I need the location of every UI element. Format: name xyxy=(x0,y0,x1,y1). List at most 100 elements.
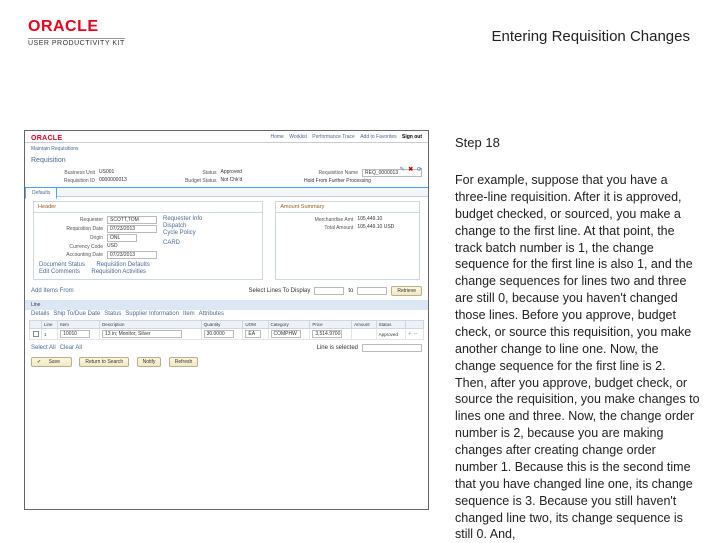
header-panel: Header Requester SCOTT,TOM Requisition Da… xyxy=(33,201,263,280)
app-brand: ORACLE xyxy=(31,135,62,142)
acctdate-input[interactable]: 07/23/2013 xyxy=(107,251,157,259)
currency-value: USD xyxy=(107,243,118,250)
col-actions xyxy=(405,321,423,329)
view-tab-attr[interactable]: Attributes xyxy=(199,311,224,317)
brand-logo: ORACLE USER PRODUCTIVITY KIT xyxy=(28,18,125,47)
tab-defaults[interactable]: Defaults xyxy=(25,187,57,199)
reqid-value: 0000000013 xyxy=(99,177,127,184)
bu-value: US001 xyxy=(99,169,114,176)
app-top-nav: Home Worklist Performance Trace Add to F… xyxy=(31,134,422,140)
status-label: Status xyxy=(153,169,217,176)
card-link[interactable]: CARD xyxy=(163,240,180,246)
view-tab-details[interactable]: Details xyxy=(31,311,49,317)
row-price[interactable]: 3,514.9700 xyxy=(312,330,342,338)
row-checkbox[interactable] xyxy=(33,331,39,337)
row-cat[interactable]: COMPHW xyxy=(271,330,301,338)
cancel-icon[interactable]: ✖ xyxy=(408,167,413,173)
col-line: Line xyxy=(42,321,58,329)
refresh-icon[interactable]: ⟳ xyxy=(417,167,422,173)
edit-comments-link[interactable]: Edit Comments xyxy=(39,269,80,275)
col-amt: Amount xyxy=(352,321,377,329)
select-lines-label: Select Lines To Display xyxy=(248,288,310,294)
amount-summary-panel: Amount Summary Merchandise Amt 105,449.10… xyxy=(275,201,420,280)
header-panel-title: Header xyxy=(34,202,262,213)
reqdate-input[interactable]: 07/23/2013 xyxy=(107,225,157,233)
return-button[interactable]: Return to Search xyxy=(79,357,129,367)
tab-bar: Defaults xyxy=(25,187,428,197)
merch-amt-value: 105,449.10 xyxy=(357,216,382,223)
col-status: Status xyxy=(376,321,405,329)
add-items-link[interactable]: Add Items From xyxy=(31,288,74,294)
select-lines-from[interactable] xyxy=(314,287,344,295)
edit-icon[interactable]: ✎ xyxy=(400,167,405,173)
view-tab-status[interactable]: Status xyxy=(104,311,121,317)
requester-input[interactable]: SCOTT,TOM xyxy=(107,216,157,224)
col-cat: Category xyxy=(268,321,310,329)
reqid-label: Requisition ID xyxy=(31,177,95,184)
req-activities-link[interactable]: Requisition Activities xyxy=(91,269,146,275)
budget-value: Not Chk'd xyxy=(221,177,243,184)
cycle-policy-link[interactable]: Cycle Policy xyxy=(163,230,196,236)
nav-worklist[interactable]: Worklist xyxy=(289,134,307,140)
row-qty[interactable]: 30.0000 xyxy=(204,330,234,338)
brand-wordmark: ORACLE xyxy=(28,18,125,36)
product-line: USER PRODUCTIVITY KIT xyxy=(28,38,125,47)
nav-signout[interactable]: Sign out xyxy=(402,134,422,140)
col-price: Price xyxy=(310,321,352,329)
row-desc[interactable]: 13 in; Monitor; Silver xyxy=(102,330,182,338)
select-lines-to[interactable] xyxy=(357,287,387,295)
origin-input[interactable]: ONL xyxy=(107,234,137,242)
col-desc: Description xyxy=(99,321,201,329)
nav-perf-trace[interactable]: Performance Trace xyxy=(312,134,355,140)
refresh-button[interactable]: Refresh xyxy=(169,357,199,367)
save-button[interactable]: ✔ Save xyxy=(31,357,72,367)
req-defaults-link[interactable]: Requisition Defaults xyxy=(96,262,149,268)
view-tab-item[interactable]: Item xyxy=(183,311,195,317)
origin-label: Origin xyxy=(39,234,103,242)
acctdate-label: Accounting Date xyxy=(39,251,103,259)
row-status: Approved xyxy=(376,329,405,340)
hold-label: Hold From Further Processing xyxy=(304,178,371,184)
merch-amt-label: Merchandise Amt xyxy=(281,216,353,223)
retrieve-button[interactable]: Retrieve xyxy=(391,286,422,296)
total-amt-label: Total Amount xyxy=(281,224,353,231)
clear-all-link[interactable]: Clear All xyxy=(60,345,82,351)
total-amt-currency: USD xyxy=(384,224,395,230)
col-qty: Quantity xyxy=(201,321,243,329)
lines-grid: Line Item Description Quantity UOM Categ… xyxy=(29,320,424,340)
row-line: 1 xyxy=(42,329,58,340)
section-title: Requisition xyxy=(25,155,428,166)
budget-label: Budget Status xyxy=(153,177,217,184)
col-sel xyxy=(30,321,42,329)
step-label: Step 18 xyxy=(455,135,700,150)
requester-info-link[interactable]: Requester Info xyxy=(163,216,202,222)
page-title: Entering Requisition Changes xyxy=(492,28,690,45)
row-add-icon[interactable]: ＋ xyxy=(408,331,413,336)
line-selector-dropdown[interactable] xyxy=(362,344,422,352)
line-selector-label: Line is selected xyxy=(317,345,358,351)
total-amt-value: 105,449.10 xyxy=(357,224,382,230)
nav-home[interactable]: Home xyxy=(270,134,283,140)
select-all-link[interactable]: Select All xyxy=(31,345,56,351)
reqname-label: Requisition Name xyxy=(274,169,358,177)
tutorial-body: For example, suppose that you have a thr… xyxy=(455,172,700,543)
col-uom: UOM xyxy=(243,321,268,329)
line-section-title: Line xyxy=(25,300,428,310)
view-tab-shipto[interactable]: Ship To/Due Date xyxy=(53,311,100,317)
view-tab-supplier[interactable]: Supplier Information xyxy=(125,311,179,317)
requester-label: Requester xyxy=(39,216,103,224)
table-row[interactable]: 1 10010 13 in; Monitor; Silver 30.0000 E… xyxy=(30,329,424,340)
nav-add-fav[interactable]: Add to Favorites xyxy=(360,134,396,140)
currency-label: Currency Code xyxy=(39,243,103,250)
doc-status-link[interactable]: Document Status xyxy=(39,262,85,268)
notify-button[interactable]: Notify xyxy=(137,357,162,367)
row-del-icon[interactable]: － xyxy=(413,331,418,336)
row-item[interactable]: 10010 xyxy=(60,330,90,338)
dispatch-link[interactable]: Dispatch xyxy=(163,223,186,229)
app-screenshot: ORACLE Home Worklist Performance Trace A… xyxy=(24,130,429,510)
summary-block: Business UnitUS001 Requisition ID0000000… xyxy=(25,166,428,187)
status-value: Approved xyxy=(221,169,242,176)
reqdate-label: Requisition Date xyxy=(39,225,103,233)
row-uom[interactable]: EA xyxy=(245,330,261,338)
amount-summary-title: Amount Summary xyxy=(276,202,419,213)
